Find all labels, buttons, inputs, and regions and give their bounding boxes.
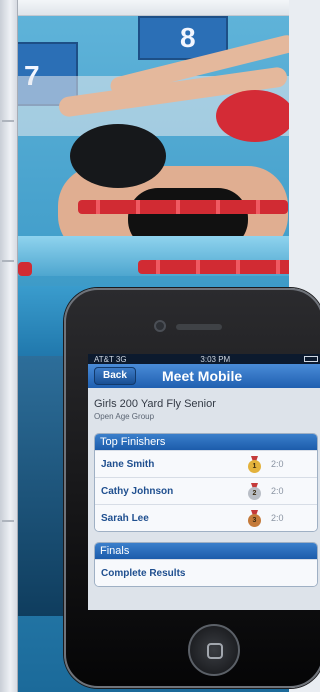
finisher-time: 2:0 [271, 486, 284, 496]
block-number: 8 [180, 22, 196, 53]
complete-results-row[interactable]: Complete Results [95, 559, 317, 586]
finisher-row[interactable]: Cathy Johnson 2 2:0 [95, 477, 317, 504]
browser-left-frame [0, 0, 18, 692]
phone-screen: AT&T 3G 3:03 PM Back Meet Mobile Girls 2… [88, 354, 320, 610]
speaker-grille [176, 324, 222, 330]
section-header: Top Finishers [95, 434, 317, 450]
home-button[interactable] [188, 624, 240, 676]
finisher-name: Sarah Lee [101, 512, 149, 524]
finisher-name: Cathy Johnson [101, 485, 174, 497]
black-swim-cap [70, 124, 166, 188]
carrier-label: AT&T 3G [94, 354, 127, 364]
top-finishers-section: Top Finishers Jane Smith 1 2:0 Cathy Joh… [94, 433, 318, 532]
camera-icon [154, 320, 166, 332]
medal-disc: 3 [248, 514, 261, 527]
finisher-row[interactable]: Jane Smith 1 2:0 [95, 450, 317, 477]
medal-disc: 1 [248, 460, 261, 473]
nav-bar: Back Meet Mobile [88, 364, 320, 388]
lane-rope [138, 260, 289, 274]
silver-medal-icon: 2 [247, 483, 262, 500]
top-strip [18, 0, 289, 16]
finisher-time: 2:0 [271, 459, 284, 469]
medal-disc: 2 [248, 487, 261, 500]
finisher-name: Jane Smith [101, 458, 155, 470]
frame-notch [2, 520, 14, 522]
battery-icon [304, 356, 318, 362]
gold-medal-icon: 1 [247, 456, 262, 473]
finisher-row[interactable]: Sarah Lee 3 2:0 [95, 504, 317, 531]
event-header: Girls 200 Yard Fly Senior Open Age Group [88, 388, 320, 425]
clock-label: 3:03 PM [200, 354, 231, 364]
frame-notch [2, 120, 14, 122]
event-subtitle: Open Age Group [94, 412, 155, 421]
finisher-time: 2:0 [271, 513, 284, 523]
complete-results-link[interactable]: Complete Results [101, 568, 185, 579]
finals-section: Finals Complete Results [94, 542, 318, 587]
frame-notch [2, 260, 14, 262]
status-bar: AT&T 3G 3:03 PM [88, 354, 320, 364]
lane-rope [78, 200, 288, 214]
event-title: Girls 200 Yard Fly Senior [94, 398, 216, 410]
back-button[interactable]: Back [94, 367, 136, 385]
nav-title: Meet Mobile [162, 368, 243, 384]
section-header: Finals [95, 543, 317, 559]
home-square-icon [207, 643, 223, 659]
lane-rope [18, 262, 32, 276]
red-swim-cap [216, 90, 289, 142]
bronze-medal-icon: 3 [247, 510, 262, 527]
iphone-mockup: AT&T 3G 3:03 PM Back Meet Mobile Girls 2… [64, 288, 320, 688]
